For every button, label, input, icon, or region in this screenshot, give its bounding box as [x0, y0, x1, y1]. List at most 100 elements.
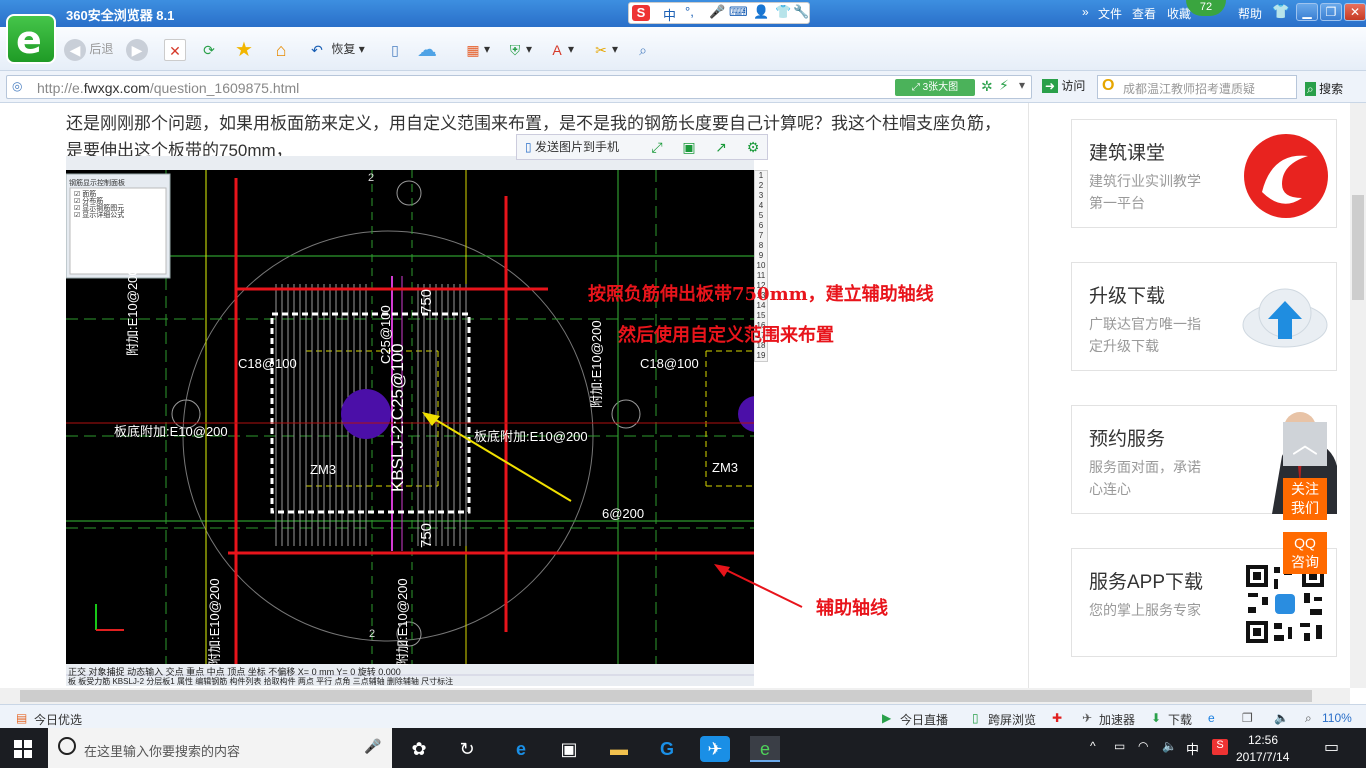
health-icon[interactable]: ✚ — [1052, 711, 1062, 725]
compat-icon[interactable]: ✲ — [981, 78, 993, 95]
wifi-icon[interactable]: ◠ — [1138, 739, 1148, 753]
panel-item[interactable]: ☑ 显示钢筋图元 — [74, 205, 124, 212]
menu-arrows-icon[interactable]: » — [1082, 5, 1089, 19]
cross-screen-link[interactable]: 跨屏浏览 — [988, 711, 1036, 728]
security-button[interactable]: ⛨ ▾ — [504, 36, 532, 62]
zoom-level[interactable]: 110% — [1322, 711, 1352, 725]
screenshot-button[interactable]: ✂ ▾ — [590, 36, 618, 62]
clock-time[interactable]: 12:56 — [1248, 733, 1278, 747]
volume-icon[interactable]: 🔈 — [1274, 711, 1289, 725]
keyboard-icon[interactable]: ⌨ — [729, 4, 748, 20]
status2-item[interactable]: 属性 — [177, 677, 193, 686]
apps-button[interactable]: ▦ ▾ — [462, 36, 490, 62]
send-to-phone-button[interactable]: ▯ 发送图片到手机 — [525, 138, 619, 155]
ie-icon[interactable]: e — [1208, 711, 1215, 725]
sogou-icon[interactable]: S — [632, 5, 650, 21]
taskbar-app-plane[interactable]: ✈ — [700, 736, 730, 762]
url-dropdown-icon[interactable]: ▾ — [1019, 78, 1025, 92]
fullscreen-icon[interactable]: ⤢ — [645, 137, 669, 157]
share-icon[interactable]: ↗ — [709, 137, 733, 157]
tray-app-icon[interactable]: ▭ — [1114, 739, 1125, 753]
close-button[interactable]: ✕ — [1344, 3, 1366, 21]
save-icon[interactable]: ▣ — [677, 137, 701, 157]
score-badge[interactable]: 72 — [1186, 0, 1226, 16]
status2-item[interactable]: 分层板1 — [146, 677, 174, 686]
vertical-scroll-thumb[interactable] — [1352, 195, 1364, 300]
notification-icon[interactable]: ▭ — [1324, 737, 1339, 757]
speaker-icon[interactable]: 🔈 — [1162, 739, 1177, 753]
window-icon[interactable]: ❐ — [1242, 711, 1253, 725]
edge-icon[interactable]: e — [506, 736, 536, 762]
panel-item[interactable]: ☑ 面筋 — [74, 191, 124, 198]
today-live-link[interactable]: 今日直播 — [900, 711, 948, 728]
big-image-button[interactable]: ⤢ 3张大图 — [895, 79, 975, 96]
accelerator-link[interactable]: 加速器 — [1099, 711, 1135, 728]
panel-item[interactable]: ☑ 显示详细公式 — [74, 212, 124, 219]
mic-icon[interactable]: 🎤 — [709, 4, 725, 20]
status2-item[interactable]: KBSLJ-2 — [112, 677, 144, 686]
cloud-button[interactable]: ☁ — [416, 36, 438, 62]
card-upgrade[interactable]: 升级下载 广联达官方唯一指定升级下载 — [1071, 262, 1337, 371]
home-button[interactable]: ⌂ — [270, 36, 292, 62]
favorite-button[interactable]: ★ — [233, 36, 255, 62]
speed-mode-icon[interactable]: ⚡ — [999, 77, 1009, 94]
taskbar-app-g[interactable]: G — [652, 736, 682, 762]
status2-item[interactable]: 三点辅轴 — [353, 677, 385, 686]
question-image[interactable]: 钢筋显示控制面板 ☑ 面筋 ☑ 分布筋 ☑ 显示钢筋图元 ☑ 显示详细公式 2 … — [66, 156, 754, 686]
skin-icon[interactable]: 👕 — [775, 4, 791, 20]
status2-item[interactable]: 拾取构件 — [264, 677, 296, 686]
translate-button[interactable]: A ▾ — [546, 36, 574, 62]
visit-button[interactable]: ➜ 访问 — [1042, 76, 1085, 96]
vertical-scrollbar[interactable] — [1350, 103, 1366, 688]
skin-shirt-icon[interactable]: 👕 — [1272, 3, 1289, 20]
taskbar-360-browser[interactable]: e — [750, 736, 780, 762]
menu-file[interactable]: 文件 — [1098, 5, 1122, 22]
windows-start-icon[interactable] — [14, 740, 32, 758]
download-link[interactable]: 下载 — [1168, 711, 1192, 728]
tray-sogou-icon[interactable]: S — [1212, 739, 1228, 755]
menu-view[interactable]: 查看 — [1132, 5, 1156, 22]
follow-us-button[interactable]: 关注我们 — [1283, 478, 1327, 520]
qr-code-icon[interactable] — [1244, 563, 1326, 645]
ime-toolbar[interactable]: S 中 °, 🎤 ⌨ 👤 👕 🔧 — [628, 2, 810, 24]
back-button[interactable]: ◀ 后退 — [64, 36, 113, 62]
user-icon[interactable]: 👤 — [753, 4, 769, 20]
punct-icon[interactable]: °, — [685, 4, 694, 19]
status2-item[interactable]: 两点 — [298, 677, 314, 686]
status2-item[interactable]: 板 — [68, 677, 76, 686]
status2-item[interactable]: 点角 — [334, 677, 350, 686]
file-explorer-icon[interactable]: ▬ — [604, 736, 634, 762]
status2-item[interactable]: 尺寸标注 — [421, 677, 453, 686]
restore-button[interactable]: ↶ 恢复 ▾ — [306, 36, 365, 62]
qq-consult-button[interactable]: QQ咨询 — [1283, 532, 1327, 574]
zoom-button[interactable]: ⌕ — [632, 36, 654, 62]
refresh-button[interactable]: ⟳ — [198, 36, 220, 62]
status2-item[interactable]: 删除辅轴 — [387, 677, 419, 686]
forward-button[interactable]: ▶ — [126, 36, 148, 62]
taskbar-app-2[interactable]: ↻ — [452, 736, 482, 762]
today-pick-link[interactable]: 今日优选 — [34, 711, 82, 728]
ime-mode[interactable]: 中 — [663, 5, 676, 24]
store-icon[interactable]: ▣ — [554, 736, 584, 762]
horizontal-scroll-thumb[interactable] — [20, 690, 1312, 702]
microphone-icon[interactable]: 🎤 — [364, 738, 381, 755]
back-to-top-button[interactable]: ︿ — [1283, 422, 1327, 466]
status2-item[interactable]: 平行 — [316, 677, 332, 686]
minimize-button[interactable]: ▁ — [1296, 3, 1318, 21]
clock-date[interactable]: 2017/7/14 — [1236, 750, 1289, 764]
settings-icon[interactable]: ⚙ — [741, 137, 765, 157]
menu-help[interactable]: 帮助 — [1238, 5, 1262, 22]
wrench-icon[interactable]: 🔧 — [793, 4, 809, 20]
url-input[interactable]: ◎ http://e.fwxgx.com/question_1609875.ht… — [6, 75, 1032, 99]
status2-item[interactable]: 构件列表 — [229, 677, 261, 686]
maximize-button[interactable]: ❐ — [1320, 3, 1342, 21]
panel-item[interactable]: ☑ 分布筋 — [74, 198, 124, 205]
phone-button[interactable]: ▯ — [384, 36, 406, 62]
stop-button[interactable]: ✕ — [164, 36, 186, 62]
tray-ime[interactable]: 中 — [1186, 739, 1199, 758]
search-button[interactable]: ⌕ 搜索 — [1305, 80, 1343, 97]
taskbar-app-1[interactable]: ✿ — [404, 736, 434, 762]
card-classroom[interactable]: 建筑课堂 建筑行业实训教学第一平台 — [1071, 119, 1337, 228]
tray-chevron-up-icon[interactable]: ^ — [1090, 739, 1096, 753]
status2-item[interactable]: 编辑钢筋 — [195, 677, 227, 686]
